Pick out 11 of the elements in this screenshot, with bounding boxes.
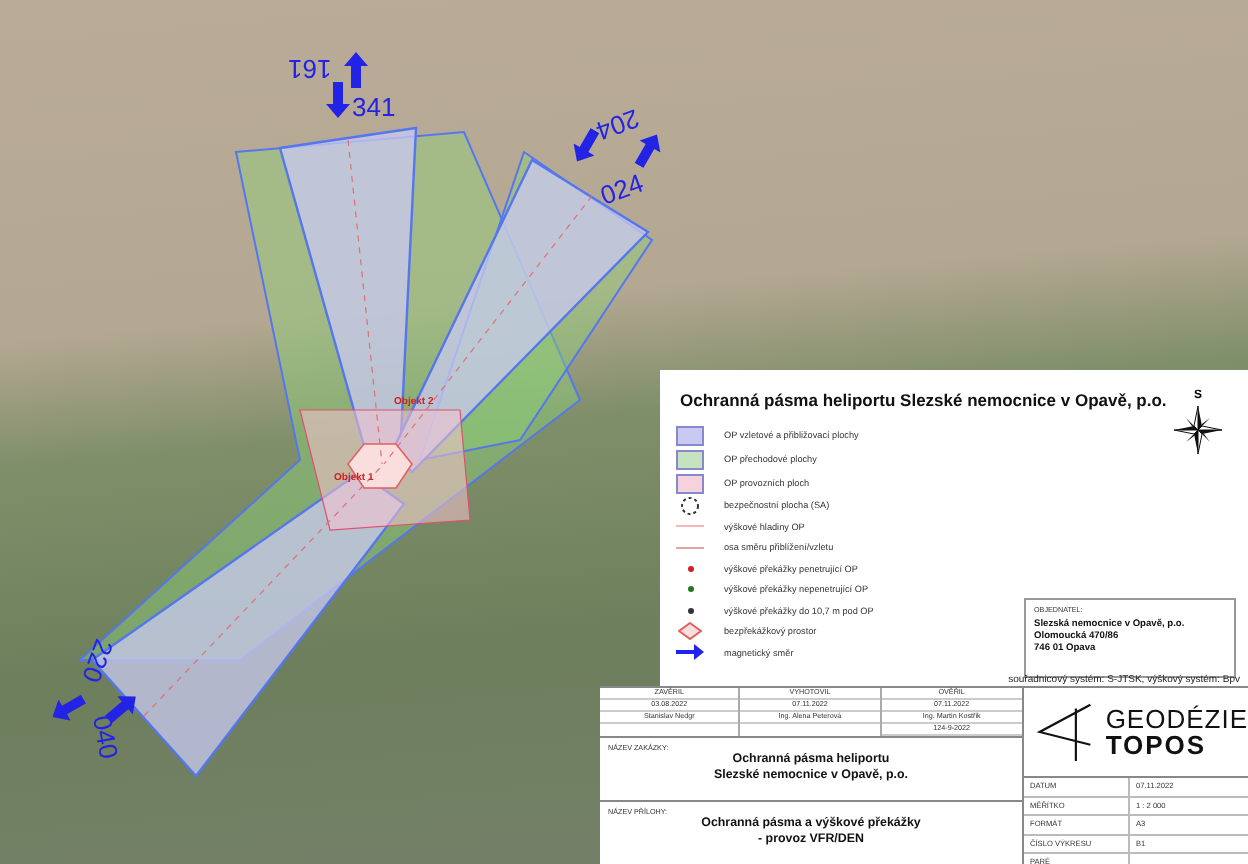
direction-label: 204 [592, 105, 643, 145]
map-title: Ochranná pásma heliportu Slezské nemocnice v Opavě, p.o. [680, 390, 1167, 410]
logo-text: TOPOS [1105, 732, 1209, 758]
direction-label: 161 [288, 56, 332, 82]
direction-arrow-icon [326, 82, 350, 118]
direction-arrow-icon [344, 52, 368, 88]
direction-label: 341 [352, 94, 396, 120]
logo-text: GEODÉZIE [1105, 706, 1248, 732]
direction-label: 024 [596, 169, 647, 209]
compass-rose-icon [1172, 404, 1224, 456]
direction-label: 220 [78, 636, 118, 686]
